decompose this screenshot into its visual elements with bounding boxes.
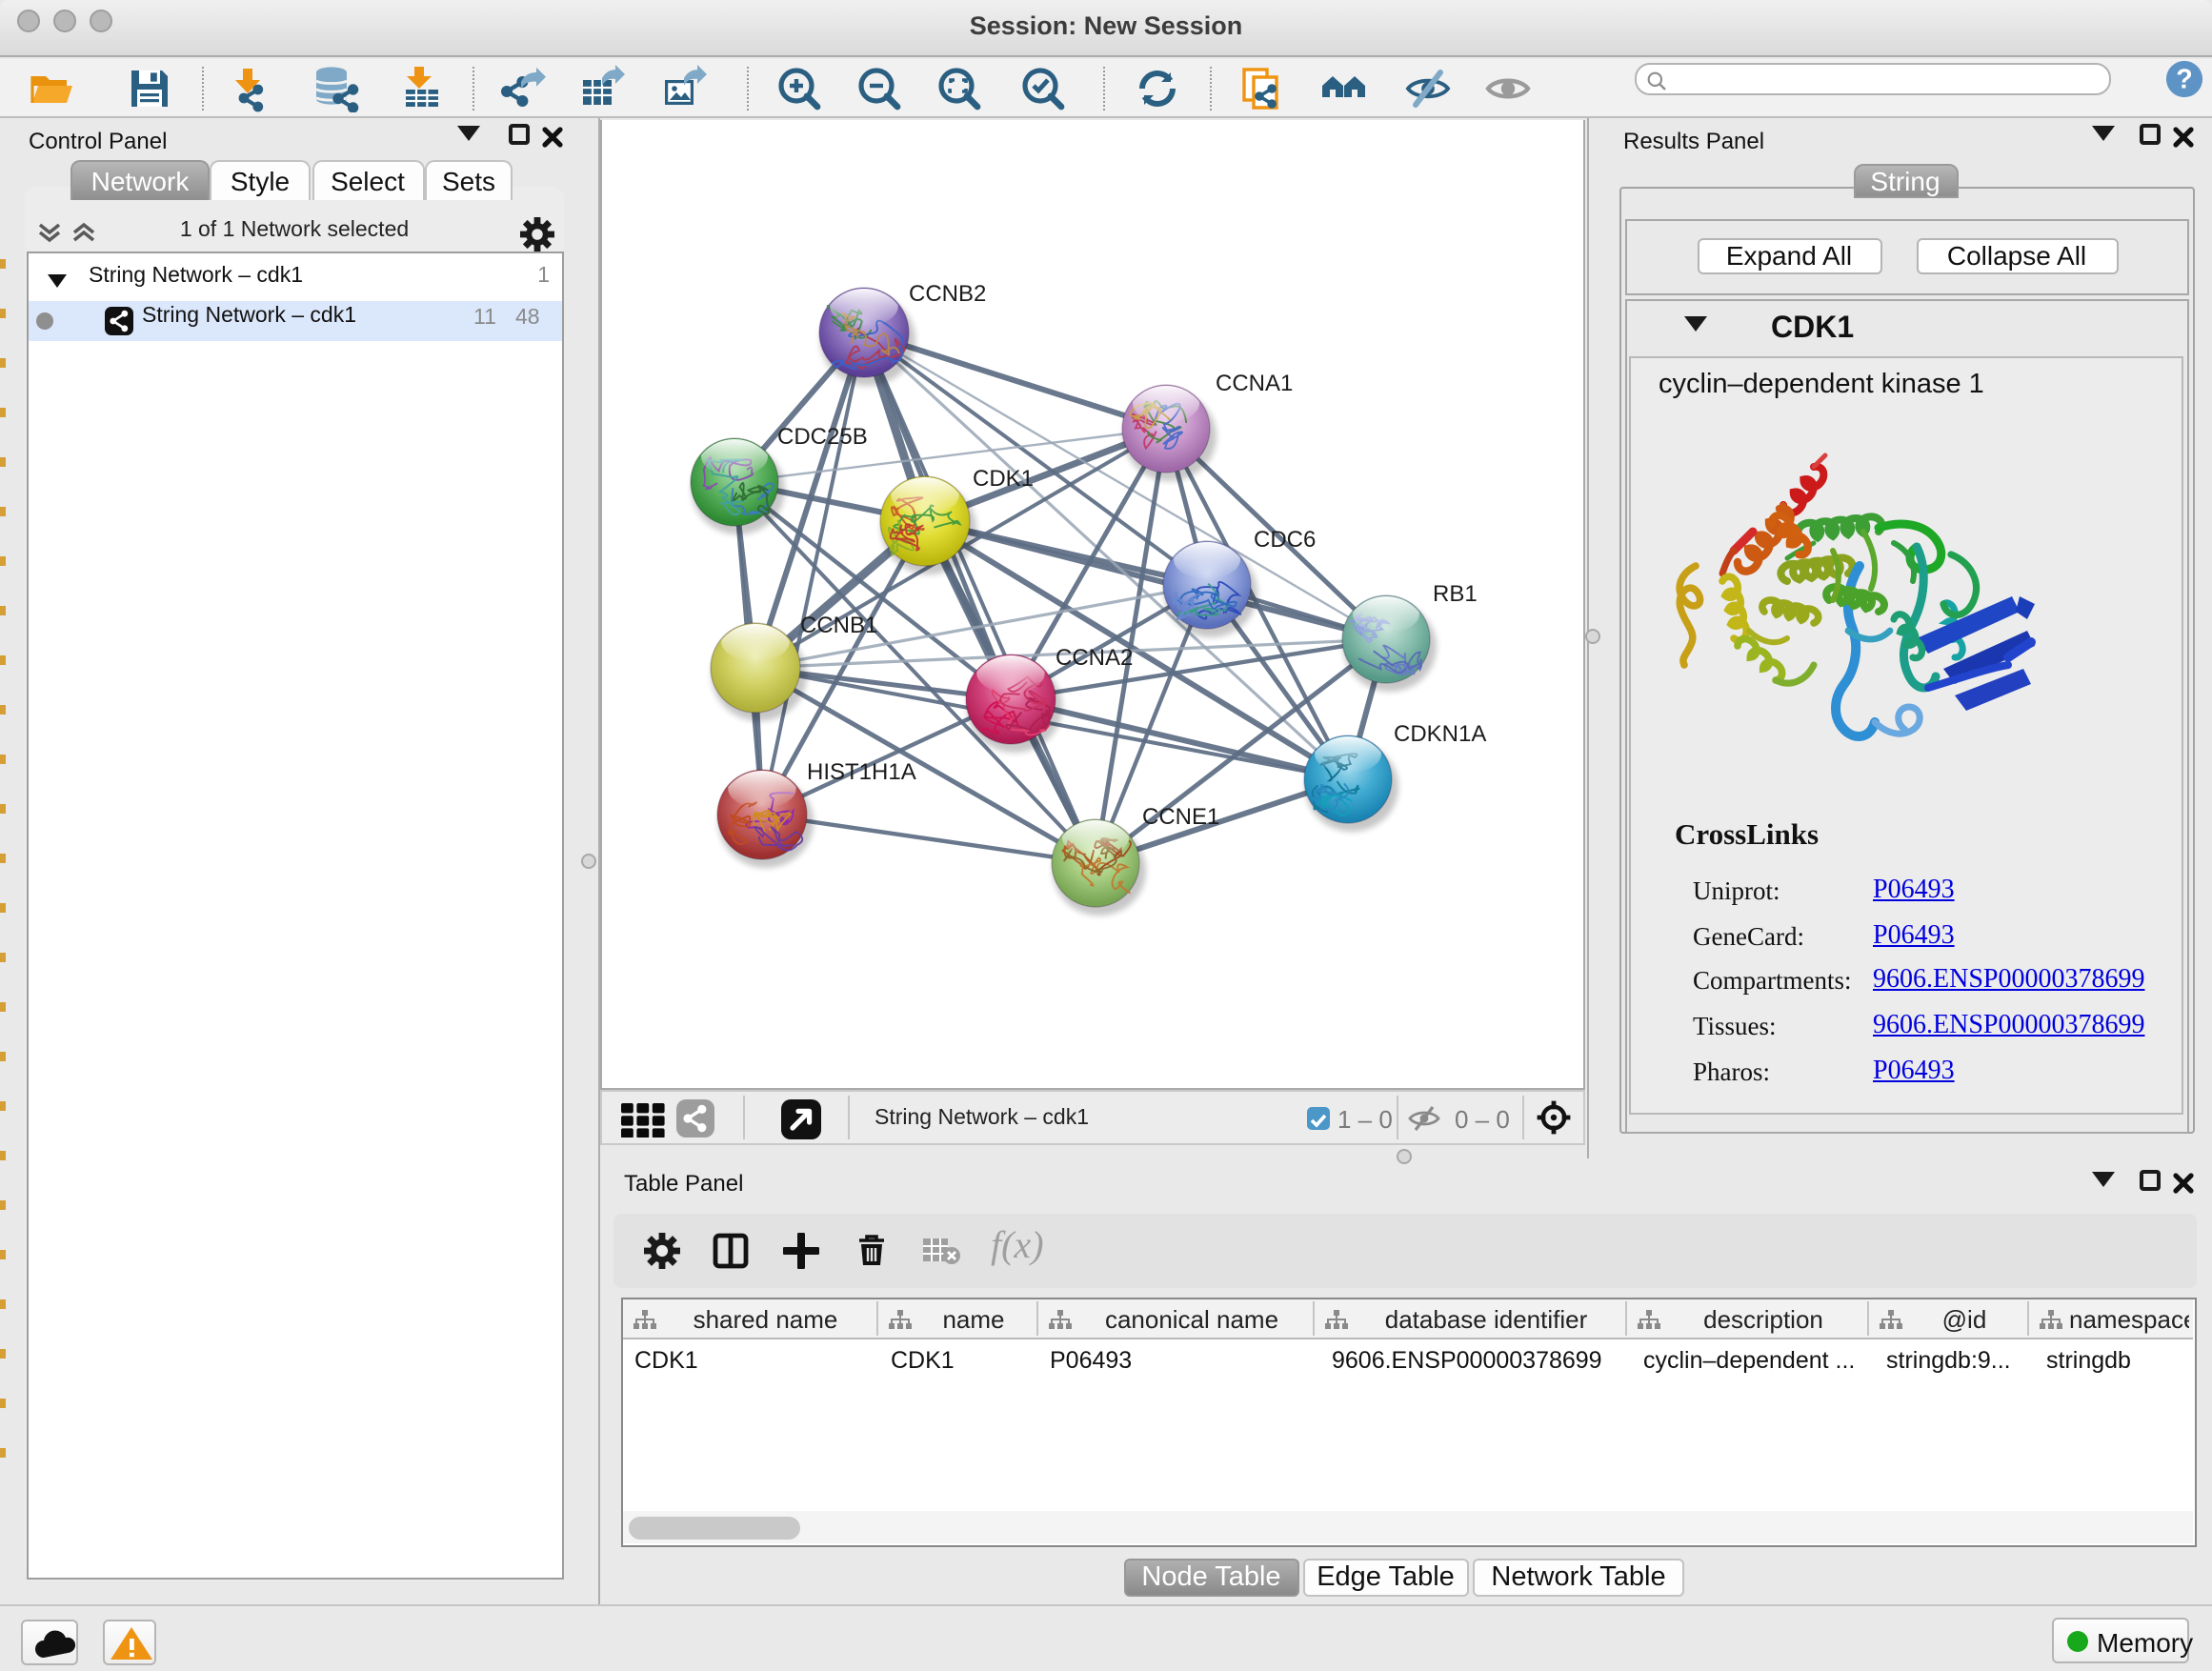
svg-text:CCNB1: CCNB1 — [800, 612, 877, 637]
svg-text:CCNB2: CCNB2 — [909, 280, 986, 306]
svg-text:?: ? — [2176, 65, 2193, 95]
svg-text:RB1: RB1 — [1433, 580, 1478, 606]
svg-text:CDK1: CDK1 — [973, 465, 1034, 491]
svg-text:CDKN1A: CDKN1A — [1394, 720, 1486, 746]
svg-text:CDC25B: CDC25B — [777, 423, 868, 449]
svg-text:HIST1H1A: HIST1H1A — [807, 758, 916, 784]
svg-text:CCNE1: CCNE1 — [1142, 803, 1219, 829]
svg-text:CCNA2: CCNA2 — [1056, 644, 1133, 670]
svg-text:CCNA1: CCNA1 — [1216, 370, 1293, 395]
svg-text:CDC6: CDC6 — [1254, 526, 1316, 552]
